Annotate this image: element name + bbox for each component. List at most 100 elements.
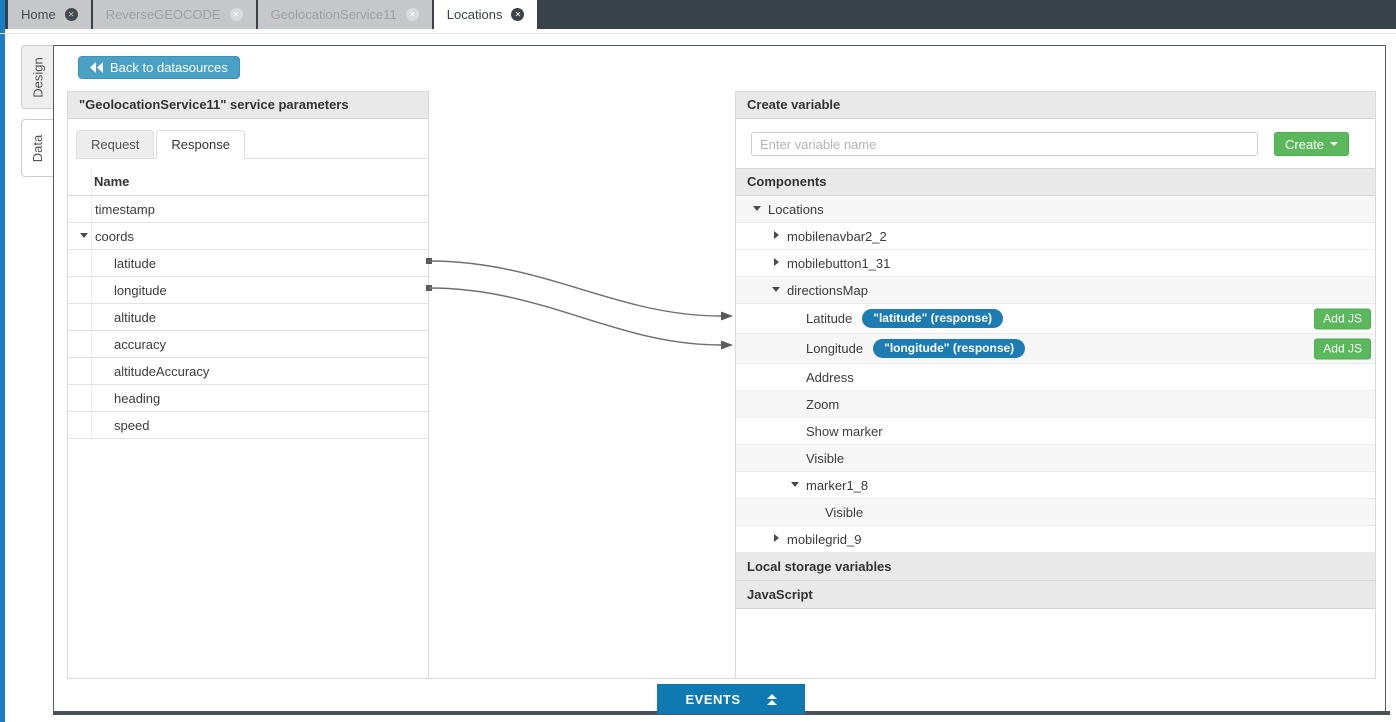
component-name: mobilegrid_9 <box>787 532 861 547</box>
component-row-address[interactable]: Address <box>736 364 1375 391</box>
tab-reversegeocode[interactable]: ReverseGEOCODE✕ <box>93 0 256 29</box>
components-header: Components <box>736 168 1375 196</box>
service-param-row-altitudeaccuracy[interactable]: altitudeAccuracy <box>68 358 428 385</box>
component-row-mobilegrid-9[interactable]: mobilegrid_9 <box>736 526 1375 553</box>
component-row-mobilebutton1-31[interactable]: mobilebutton1_31 <box>736 250 1375 277</box>
expand-down-arrow-icon[interactable] <box>753 204 768 214</box>
left-accent-strip <box>0 0 5 722</box>
expand-down-arrow-icon[interactable] <box>80 231 95 241</box>
param-name: altitudeAccuracy <box>114 364 209 379</box>
column-divider <box>91 304 92 330</box>
close-icon[interactable]: ✕ <box>406 8 419 21</box>
tab-locations[interactable]: Locations✕ <box>434 0 538 29</box>
component-row-zoom[interactable]: Zoom <box>736 391 1375 418</box>
component-name: Zoom <box>806 397 839 412</box>
service-param-row-altitude[interactable]: altitude <box>68 304 428 331</box>
param-name: coords <box>95 229 134 244</box>
component-row-latitude[interactable]: Latitude "latitude" (response) Add JS <box>736 304 1375 334</box>
service-param-row-longitude[interactable]: longitude <box>68 277 428 304</box>
divider <box>0 33 1396 34</box>
component-row-visible[interactable]: Visible <box>736 499 1375 526</box>
back-button-label: Back to datasources <box>110 60 228 75</box>
add-js-button[interactable]: Add JS <box>1314 308 1371 329</box>
param-name: altitude <box>114 310 156 325</box>
component-row-longitude[interactable]: Longitude "longitude" (response) Add JS <box>736 334 1375 364</box>
service-param-row-speed[interactable]: speed <box>68 412 428 439</box>
tab-label: Home <box>21 7 56 22</box>
service-param-row-latitude[interactable]: latitude <box>68 250 428 277</box>
component-name: Address <box>806 370 854 385</box>
expand-right-arrow-icon[interactable] <box>772 258 787 268</box>
param-name: speed <box>114 418 149 433</box>
component-row-marker1-8[interactable]: marker1_8 <box>736 472 1375 499</box>
component-row-mobilenavbar2-2[interactable]: mobilenavbar2_2 <box>736 223 1375 250</box>
arrow-spacer <box>810 507 825 517</box>
component-name: Latitude <box>806 311 852 326</box>
service-param-row-timestamp[interactable]: timestamp <box>68 196 428 223</box>
column-divider <box>91 277 92 303</box>
rewind-icon <box>90 62 103 73</box>
page: Home✕ReverseGEOCODE✕GeolocationService11… <box>0 0 1396 722</box>
create-button-label: Create <box>1285 137 1324 152</box>
create-variable-button[interactable]: Create <box>1274 132 1349 156</box>
arrow-spacer <box>99 312 114 322</box>
component-row-visible[interactable]: Visible <box>736 445 1375 472</box>
side-tabs: Design Data <box>21 45 54 177</box>
close-icon[interactable]: ✕ <box>230 8 243 21</box>
mapping-badge[interactable]: "longitude" (response) <box>873 339 1025 358</box>
expand-right-arrow-icon[interactable] <box>772 231 787 241</box>
arrow-spacer <box>99 339 114 349</box>
side-tab-data[interactable]: Data <box>21 119 54 177</box>
param-name: latitude <box>114 256 156 271</box>
column-divider <box>91 385 92 411</box>
events-bar[interactable]: EVENTS <box>657 684 805 714</box>
variable-name-input[interactable] <box>751 132 1258 156</box>
side-tab-label: Design <box>31 57 46 97</box>
caret-down-icon <box>1330 142 1338 146</box>
arrow-spacer <box>99 420 114 430</box>
component-row-locations[interactable]: Locations <box>736 196 1375 223</box>
close-icon[interactable]: ✕ <box>511 8 524 21</box>
arrow-spacer <box>99 258 114 268</box>
component-name: Locations <box>768 202 824 217</box>
mapping-badge[interactable]: "latitude" (response) <box>862 309 1003 328</box>
component-row-show-marker[interactable]: Show marker <box>736 418 1375 445</box>
service-parameters-panel: "GeolocationService11" service parameter… <box>67 91 429 679</box>
component-name: mobilebutton1_31 <box>787 256 890 271</box>
request-response-tabs: Request Response <box>76 130 428 159</box>
expand-down-arrow-icon[interactable] <box>772 285 787 295</box>
service-param-row-accuracy[interactable]: accuracy <box>68 331 428 358</box>
create-variable-panel: Create variable Create Components Locati… <box>736 91 1376 679</box>
create-variable-header: Create variable <box>736 92 1375 119</box>
tab-geolocationservice11[interactable]: GeolocationService11✕ <box>258 0 432 29</box>
page-tabbar: Home✕ReverseGEOCODE✕GeolocationService11… <box>5 0 1396 29</box>
tab-home[interactable]: Home ✕ <box>8 0 91 29</box>
column-divider <box>91 331 92 357</box>
component-name: Visible <box>806 451 844 466</box>
arrow-spacer <box>791 344 806 354</box>
back-to-datasources-button[interactable]: Back to datasources <box>78 56 240 79</box>
param-name: accuracy <box>114 337 166 352</box>
tab-response[interactable]: Response <box>156 130 245 159</box>
side-tab-label: Data <box>31 134 46 161</box>
collapse-up-icon <box>767 694 777 705</box>
service-parameters-header: "GeolocationService11" service parameter… <box>68 92 428 119</box>
service-param-row-coords[interactable]: coords <box>68 223 428 250</box>
close-icon[interactable]: ✕ <box>65 8 78 21</box>
service-param-row-heading[interactable]: heading <box>68 385 428 412</box>
arrow-spacer <box>791 372 806 382</box>
tab-request[interactable]: Request <box>76 130 154 159</box>
expand-right-arrow-icon[interactable] <box>772 534 787 544</box>
arrow-spacer <box>99 285 114 295</box>
accordion-javascript[interactable]: JavaScript <box>736 581 1375 609</box>
mapping-panels: "GeolocationService11" service parameter… <box>67 91 1376 679</box>
expand-down-arrow-icon[interactable] <box>791 480 806 490</box>
component-name: directionsMap <box>787 283 868 298</box>
side-tab-design[interactable]: Design <box>21 45 54 109</box>
arrow-spacer <box>99 393 114 403</box>
add-js-button[interactable]: Add JS <box>1314 338 1371 359</box>
component-name: Visible <box>825 505 863 520</box>
component-row-directionsmap[interactable]: directionsMap <box>736 277 1375 304</box>
accordion-local-storage-variables[interactable]: Local storage variables <box>736 553 1375 581</box>
component-name: Longitude <box>806 341 863 356</box>
